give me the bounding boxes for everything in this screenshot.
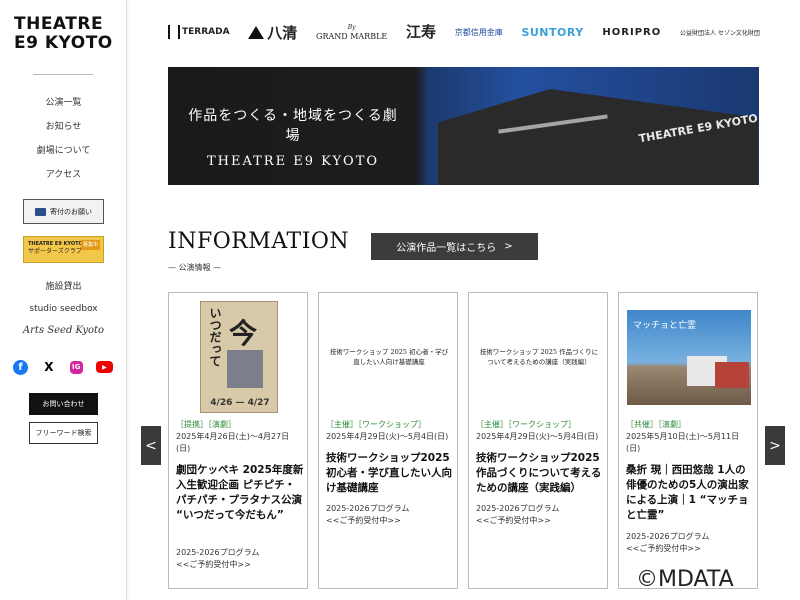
facebook-icon[interactable]: f xyxy=(13,359,28,375)
sponsor-horipro[interactable]: HORIPRO xyxy=(602,27,661,38)
event-program: 2025-2026プログラム xyxy=(326,504,410,513)
event-title[interactable]: 技術ワークショップ2025 作品づくりについて考えるための講座（実践編） xyxy=(476,451,604,496)
event-reservation-status: <<ご予約受付中>> xyxy=(326,516,401,525)
all-performances-label: 公演作品一覧はこちら xyxy=(396,243,497,254)
x-icon[interactable]: X xyxy=(41,360,56,375)
logo-line1: THEATRE xyxy=(14,14,104,34)
event-date: 2025年4月29日(火)〜5月4日(日) xyxy=(476,432,599,441)
instagram-icon[interactable]: IG xyxy=(69,360,83,374)
event-date: 2025年4月26日(土)〜4月27日(日) xyxy=(176,432,290,453)
information-heading: INFORMATION xyxy=(168,229,350,254)
poster-main-text: 今 xyxy=(229,317,258,350)
sponsor-terrada[interactable]: TERRADA xyxy=(168,25,230,39)
banner-text: 作品をつくる・地域をつくる劇場 THEATRE E9 KYOTO xyxy=(188,105,398,169)
event-title[interactable]: 技術ワークショップ2025 初心者・学び直したい人向け基礎講座 xyxy=(326,451,454,496)
supporter-badge: 募集中 xyxy=(80,240,100,250)
poster-image xyxy=(227,350,263,388)
information-subheading: — 公演情報 — xyxy=(168,263,222,272)
logo-line2: E9 KYOTO xyxy=(14,33,113,53)
nav-item-access[interactable]: アクセス xyxy=(0,167,127,180)
donate-icon xyxy=(35,207,46,216)
event-reservation-status: <<ご予約受付中>> xyxy=(476,516,551,525)
event-thumbnail: マッチョと亡霊 xyxy=(627,301,751,413)
chevron-right-icon: > xyxy=(504,241,513,252)
poster-date: 4/26 — 4/27 xyxy=(210,398,270,408)
event-thumbnail: いつだって 今 4/26 — 4/27 xyxy=(177,301,301,413)
event-date: 2025年5月10日(土)〜5月11日(日) xyxy=(626,432,740,453)
sidebar: THEATRE E9 KYOTO 公演一覧 お知らせ 劇場について アクセス 寄… xyxy=(0,0,127,600)
poster-side-text: いつだって xyxy=(208,307,222,367)
event-reservation-status: <<ご予約受付中>> xyxy=(626,544,701,553)
terrada-mark-icon xyxy=(168,25,180,39)
event-tags: ［主催］［ワークショップ］ xyxy=(476,420,576,429)
house-icon xyxy=(248,25,265,39)
nav-item-facility-rental[interactable]: 施設貸出 xyxy=(0,279,127,292)
thumbnail-text: 技術ワークショップ 2025 作品づくりについて考えるための講座（実践編） xyxy=(479,348,599,366)
photo-text: マッチョと亡霊 xyxy=(633,320,697,331)
sponsor-ejyu[interactable]: 江寿 xyxy=(406,24,436,40)
event-tags: ［共催］［演劇］ xyxy=(626,420,686,429)
supporters-club-banner[interactable]: THEATRE E9 KYOTO 募集中 サポーターズクラブ xyxy=(23,236,104,263)
carousel-prev-button[interactable]: < xyxy=(141,426,161,465)
sponsor-hassei-label: 八清 xyxy=(267,23,298,42)
donate-button[interactable]: 寄付のお願い xyxy=(23,199,104,224)
carousel-next-button[interactable]: > xyxy=(765,426,785,465)
event-card[interactable]: 技術ワークショップ 2025 作品づくりについて考えるための講座（実践編） ［主… xyxy=(468,292,608,589)
event-title[interactable]: 劇団ケッペキ 2025年度新入生歓迎企画 ピチピチ・パチパチ・プラタナス公演 “… xyxy=(176,463,304,523)
social-links: f X IG ▶ xyxy=(13,359,113,375)
nav-item-performances[interactable]: 公演一覧 xyxy=(0,95,127,108)
sponsor-terrada-label: TERRADA xyxy=(182,27,230,37)
event-program: 2025-2026プログラム xyxy=(626,532,710,541)
sponsor-sezon[interactable]: 公益財団法人 セゾン文化財団 xyxy=(680,28,760,37)
event-poster: いつだって 今 4/26 — 4/27 xyxy=(200,301,278,413)
sponsor-logos: TERRADA 八清 By GRAND MARBLE 江寿 京都信用金庫 SUN… xyxy=(168,12,760,52)
event-thumbnail: 技術ワークショップ 2025 作品づくりについて考えるための講座（実践編） xyxy=(477,301,601,413)
event-tags: ［提携］［演劇］ xyxy=(176,420,236,429)
banner-line2: THEATRE E9 KYOTO xyxy=(206,154,380,169)
donate-label: 寄付のお願い xyxy=(50,207,92,216)
event-date: 2025年4月29日(火)〜5月4日(日) xyxy=(326,432,449,441)
site-logo[interactable]: THEATRE E9 KYOTO xyxy=(14,15,116,53)
event-card[interactable]: いつだって 今 4/26 — 4/27 ［提携］［演劇］ 2025年4月26日(… xyxy=(168,292,308,589)
nav-item-news[interactable]: お知らせ xyxy=(0,119,127,132)
event-card[interactable]: 技術ワークショップ 2025 初心者・学び直したい人向け基礎講座 ［主催］［ワー… xyxy=(318,292,458,589)
chevron-left-icon: < xyxy=(145,437,157,454)
event-program: 2025-2026プログラム xyxy=(476,504,560,513)
event-card[interactable]: マッチョと亡霊 ［共催］［演劇］ 2025年5月10日(土)〜5月11日(日) … xyxy=(618,292,758,589)
banner-line1: 作品をつくる・地域をつくる劇場 xyxy=(188,108,398,144)
hero-banner[interactable]: THEATRE E9 KYOTO 作品をつくる・地域をつくる劇場 THEATRE… xyxy=(168,67,759,185)
event-title[interactable]: 桑折 現｜西田悠哉 1人の俳優のための5人の演出家による上演｜1 “マッチョと亡… xyxy=(626,463,754,523)
sponsor-kyoto-shinkin[interactable]: 京都信用金庫 xyxy=(455,27,503,38)
photo-container-red xyxy=(715,361,749,388)
all-performances-button[interactable]: 公演作品一覧はこちら > xyxy=(371,233,538,260)
contact-button[interactable]: お問い合わせ xyxy=(29,393,98,415)
nav-item-about[interactable]: 劇場について xyxy=(0,143,127,156)
sidebar-divider xyxy=(33,74,93,75)
supporter-label: サポーターズクラブ xyxy=(28,248,82,255)
event-program: 2025-2026プログラム xyxy=(176,548,260,557)
nav-item-studio-seedbox[interactable]: studio seedbox xyxy=(0,304,127,314)
watermark: ©MDATA xyxy=(636,567,734,592)
event-thumbnail: 技術ワークショップ 2025 初心者・学び直したい人向け基礎講座 xyxy=(327,301,451,413)
chevron-right-icon: > xyxy=(769,437,781,454)
sponsor-gm-label: GRAND MARBLE xyxy=(316,32,388,41)
sponsor-grand-marble[interactable]: By GRAND MARBLE xyxy=(316,23,387,41)
youtube-icon[interactable]: ▶ xyxy=(95,361,113,373)
event-tags: ［主催］［ワークショップ］ xyxy=(326,420,426,429)
sponsor-suntory[interactable]: SUNTORY xyxy=(521,26,583,39)
sponsor-hassei[interactable]: 八清 xyxy=(248,22,297,43)
nav-item-arts-seed-kyoto[interactable]: Arts Seed Kyoto xyxy=(0,325,127,336)
sponsor-gm-top: By xyxy=(347,24,356,31)
event-photo: マッチョと亡霊 xyxy=(627,309,751,405)
thumbnail-text: 技術ワークショップ 2025 初心者・学び直したい人向け基礎講座 xyxy=(329,348,449,366)
freeword-search-button[interactable]: フリーワード検索 xyxy=(29,422,98,444)
event-reservation-status: <<ご予約受付中>> xyxy=(176,560,251,569)
